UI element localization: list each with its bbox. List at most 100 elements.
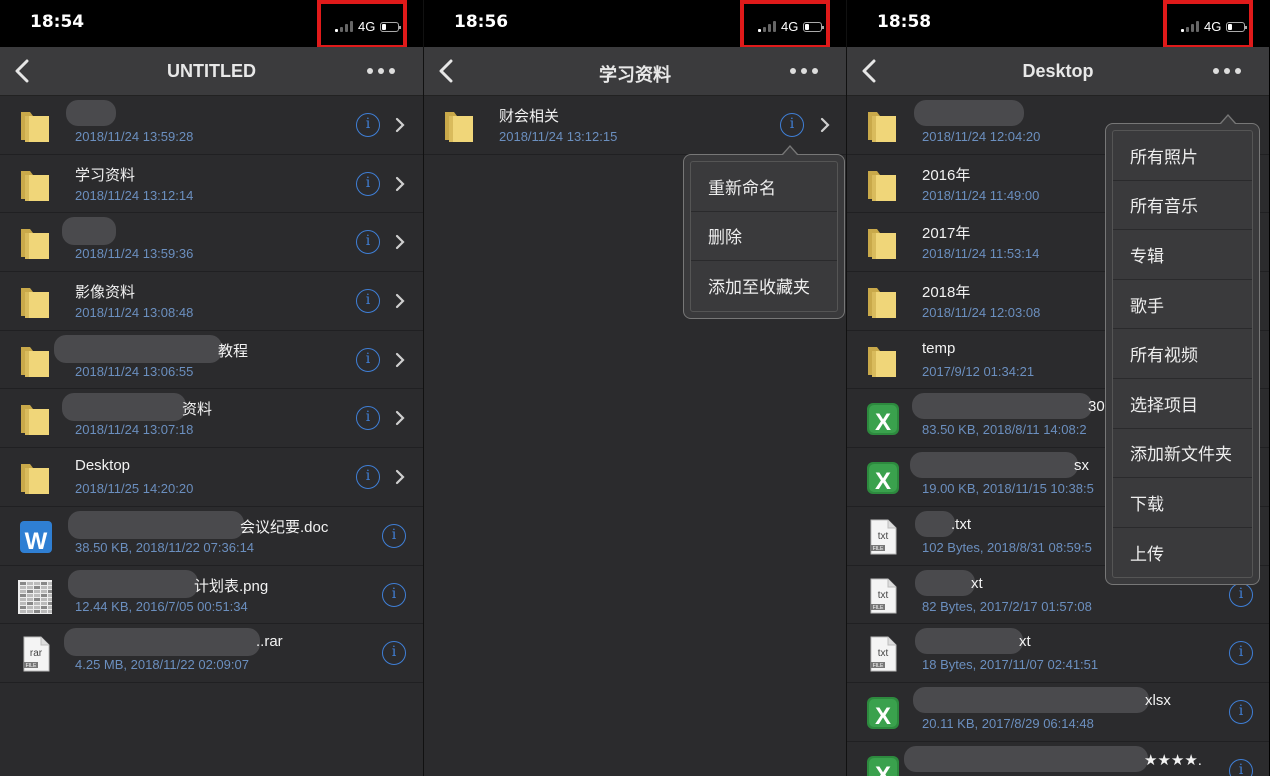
svg-text:txt: txt xyxy=(878,531,889,542)
item-metadata: 102 Bytes, 2018/8/31 08:59:5 xyxy=(922,539,1092,555)
chevron-right-icon[interactable] xyxy=(820,117,830,133)
file-row[interactable]: 计划表.png 12.44 KB, 2016/7/05 00:51:34 i xyxy=(0,566,423,625)
info-icon[interactable]: i xyxy=(1229,758,1253,776)
item-name: xt xyxy=(1019,633,1031,651)
redaction-blur xyxy=(68,510,244,539)
info-icon[interactable]: i xyxy=(382,641,406,666)
item-actions-menu: 重新命名 删除 添加至收藏夹 xyxy=(683,145,845,319)
folder-row[interactable]: 2018/11/24 13:59:36 i xyxy=(0,213,423,273)
redaction-blur xyxy=(914,100,1024,126)
highlight-box: 4G xyxy=(740,0,830,49)
menu-item[interactable]: 添加新文件夹 xyxy=(1113,429,1252,479)
info-icon[interactable]: i xyxy=(382,523,406,548)
redaction-blur xyxy=(54,334,222,363)
navigation-bar: UNTITLED xyxy=(0,47,423,96)
menu-item[interactable]: 所有照片 xyxy=(1113,131,1252,181)
info-icon[interactable]: i xyxy=(356,113,380,137)
item-metadata: 2017/9/12 01:34:21 xyxy=(922,363,1035,379)
folder-row[interactable]: 2018/11/24 13:59:28 i xyxy=(0,96,423,155)
highlight-box: 4G xyxy=(1163,0,1253,49)
folder-icon xyxy=(865,108,899,144)
file-row[interactable]: rar FILE ..rar 4.25 MB, 2018/11/22 02:09:07… xyxy=(0,624,423,683)
folder-row[interactable]: Desktop 2018/11/25 14:20:20 i xyxy=(0,448,423,507)
redaction-blur xyxy=(913,686,1149,713)
info-icon[interactable]: i xyxy=(356,289,380,314)
menu-item[interactable]: 歌手 xyxy=(1113,280,1252,330)
info-icon[interactable]: i xyxy=(356,230,380,255)
item-name: 学习资料 xyxy=(75,166,136,184)
info-icon[interactable]: i xyxy=(780,113,804,137)
file-row[interactable]: txt FILE xt 18 Bytes, 2017/11/07 02:41:51 i xyxy=(847,624,1269,683)
redaction-blur xyxy=(910,452,1078,479)
menu-item[interactable]: 上传 xyxy=(1113,528,1252,578)
svg-text:FILE: FILE xyxy=(873,605,884,611)
status-time: 18:54 xyxy=(30,12,85,32)
network-type: 4G xyxy=(781,19,799,34)
folder-row[interactable]: 影像资料 2018/11/24 13:08:48 i xyxy=(0,272,423,331)
info-icon[interactable]: i xyxy=(1229,582,1253,607)
info-icon[interactable]: i xyxy=(356,465,380,490)
svg-text:rar: rar xyxy=(30,648,43,659)
menu-item[interactable]: 重新命名 xyxy=(691,162,837,212)
item-name: 财会相关 xyxy=(499,108,560,125)
item-metadata: 2018/11/24 13:12:15 xyxy=(499,129,618,144)
rar-file-icon: rar FILE xyxy=(18,636,52,672)
item-metadata: 12.44 KB, 2016/7/05 00:51:34 xyxy=(75,598,248,614)
folder-row[interactable]: 教程 2018/11/24 13:06:55 i xyxy=(0,331,423,390)
status-time: 18:56 xyxy=(454,12,509,32)
chevron-right-icon[interactable] xyxy=(395,176,405,192)
item-metadata: 2018/11/25 14:20:20 xyxy=(75,481,194,497)
folder-row[interactable]: 学习资料 2018/11/24 13:12:14 i xyxy=(0,155,423,214)
more-options-icon[interactable] xyxy=(790,68,818,74)
page-title: 学习资料 xyxy=(599,65,671,85)
svg-text:X: X xyxy=(875,703,891,730)
status-bar: 18:56 4G xyxy=(424,0,846,49)
menu-item[interactable]: 删除 xyxy=(691,212,837,261)
file-row[interactable]: Xxlsx 20.11 KB, 2017/8/29 06:14:48 i xyxy=(847,683,1269,742)
chevron-right-icon[interactable] xyxy=(395,234,405,250)
menu-item[interactable]: 专辑 xyxy=(1113,230,1252,280)
info-icon[interactable]: i xyxy=(356,406,380,431)
info-icon[interactable]: i xyxy=(1229,641,1253,666)
info-icon[interactable]: i xyxy=(382,582,406,607)
signal-icon xyxy=(335,21,353,32)
menu-item[interactable]: 下载 xyxy=(1113,478,1252,528)
status-indicators: 4G xyxy=(758,19,825,34)
folder-icon xyxy=(18,460,52,496)
more-options-icon[interactable] xyxy=(1213,68,1241,74)
menu-list: 重新命名 删除 添加至收藏夹 xyxy=(690,161,838,312)
info-icon[interactable]: i xyxy=(356,171,380,196)
info-icon[interactable]: i xyxy=(356,347,380,372)
chevron-right-icon[interactable] xyxy=(395,352,405,368)
more-options-icon[interactable] xyxy=(367,68,395,74)
chevron-right-icon[interactable] xyxy=(395,293,405,309)
menu-item[interactable]: 选择项目 xyxy=(1113,379,1252,429)
info-icon[interactable]: i xyxy=(1229,699,1253,724)
folder-row[interactable]: 资料 2018/11/24 13:07:18 i xyxy=(0,389,423,449)
redaction-blur xyxy=(66,100,116,126)
item-metadata: 2018/11/24 13:08:48 xyxy=(75,305,194,321)
item-metadata: 2018/11/24 12:04:20 xyxy=(922,129,1041,144)
chevron-right-icon[interactable] xyxy=(395,410,405,426)
menu-item[interactable]: 所有音乐 xyxy=(1113,181,1252,231)
chevron-right-icon[interactable] xyxy=(395,117,405,133)
txt-file-icon: txt FILE xyxy=(865,636,899,672)
chevron-right-icon[interactable] xyxy=(395,469,405,485)
folder-icon xyxy=(18,343,52,379)
menu-item[interactable]: 添加至收藏夹 xyxy=(691,261,837,311)
file-row[interactable]: X★★★★.xlsi xyxy=(847,742,1269,776)
network-type: 4G xyxy=(358,19,376,34)
redaction-blur xyxy=(915,510,955,537)
menu-item[interactable]: 所有视频 xyxy=(1113,329,1252,379)
item-metadata: 38.50 KB, 2018/11/22 07:36:14 xyxy=(75,539,255,555)
file-list: 2018/11/24 13:59:28 i 学习资料 2018/11/24 13:12… xyxy=(0,96,423,683)
folder-icon xyxy=(442,108,476,144)
txt-file-icon: txt FILE xyxy=(865,578,899,614)
item-metadata: 2018/11/24 13:06:55 xyxy=(75,363,194,379)
file-row[interactable]: W 会议纪要.doc 38.50 KB, 2018/11/22 07:36:14 i xyxy=(0,507,423,566)
item-name: 会议纪要.doc xyxy=(240,518,329,536)
page-title: UNTITLED xyxy=(167,61,256,81)
redaction-blur xyxy=(68,569,198,598)
item-name: 资料 xyxy=(182,401,213,419)
item-name: 2016年 xyxy=(922,166,971,184)
